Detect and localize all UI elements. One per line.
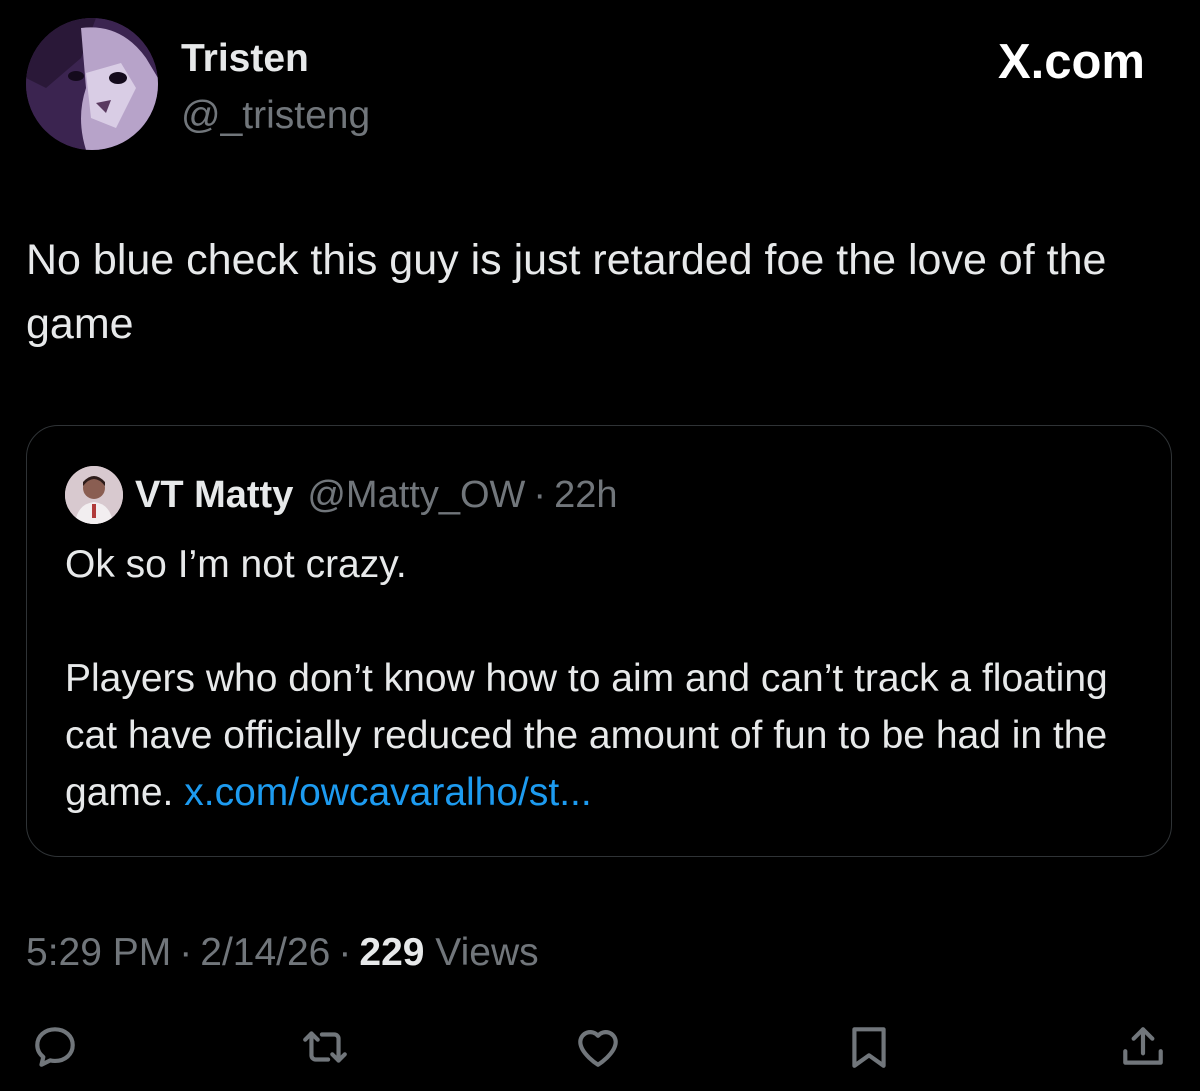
- repost-icon: [303, 1031, 347, 1063]
- quote-author-display-name[interactable]: VT Matty: [135, 474, 293, 517]
- bookmark-icon: [852, 1027, 886, 1068]
- quote-header: VT Matty @Matty_OW · 22h: [65, 466, 617, 524]
- tweet-meta: 5:29 PM · 2/14/26 · 229 Views: [26, 928, 539, 978]
- quote-text: Ok so I’m not crazy. Players who don’t k…: [65, 536, 1145, 821]
- reply-icon: [35, 1027, 75, 1067]
- quote-author-avatar[interactable]: [65, 466, 123, 524]
- tweet-time[interactable]: 5:29 PM: [26, 931, 171, 974]
- share-button[interactable]: [1118, 1022, 1168, 1072]
- tweet-text: No blue check this guy is just retarded …: [26, 236, 1107, 348]
- like-button[interactable]: [573, 1022, 623, 1072]
- share-icon: [1123, 1027, 1163, 1065]
- quote-timestamp[interactable]: 22h: [554, 474, 617, 517]
- quote-link[interactable]: x.com/owcavaralho/st...: [184, 771, 591, 814]
- author-handle[interactable]: @_tristeng: [181, 93, 370, 139]
- quote-separator: ·: [533, 473, 547, 516]
- views-label[interactable]: Views: [435, 931, 538, 974]
- brand-watermark: X.com: [997, 35, 1145, 89]
- views-count[interactable]: 229: [359, 931, 424, 974]
- meta-separator: ·: [179, 931, 193, 974]
- author-avatar[interactable]: [26, 18, 158, 150]
- quote-paragraph-1: Ok so I’m not crazy.: [65, 543, 407, 586]
- repost-button[interactable]: [300, 1022, 350, 1072]
- author-display-name[interactable]: Tristen: [181, 36, 309, 82]
- like-icon: [578, 1030, 618, 1067]
- quote-author-handle[interactable]: @Matty_OW: [307, 474, 525, 517]
- tweet-date[interactable]: 2/14/26: [200, 931, 330, 974]
- reply-button[interactable]: [30, 1022, 80, 1072]
- meta-separator: ·: [338, 931, 352, 974]
- quote-tweet-card[interactable]: VT Matty @Matty_OW · 22h Ok so I’m not c…: [26, 425, 1172, 857]
- quote-paragraph-2: Players who don’t know how to aim and ca…: [65, 650, 1145, 821]
- bookmark-button[interactable]: [844, 1022, 894, 1072]
